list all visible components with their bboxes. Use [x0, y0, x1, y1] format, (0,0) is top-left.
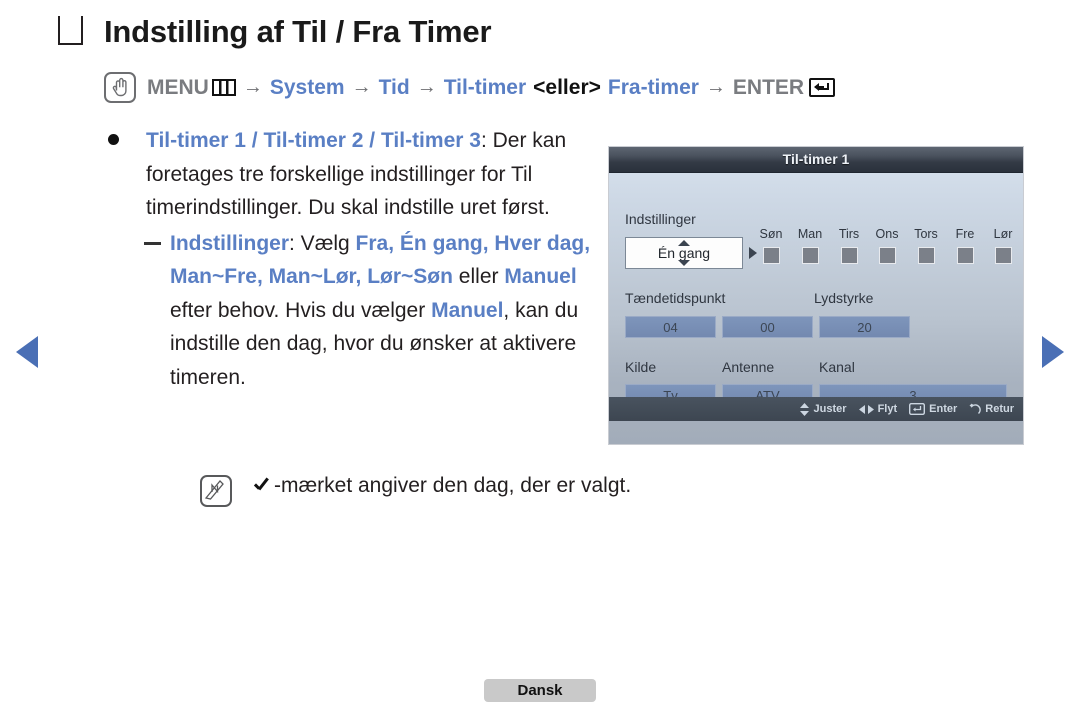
menu-grid-icon	[211, 79, 236, 96]
status-adjust[interactable]: Juster	[799, 402, 847, 416]
osd-status-bar: Juster Flyt Enter Retur	[609, 397, 1023, 421]
status-enter[interactable]: Enter	[909, 403, 957, 415]
page-root: Indstilling af Til / Fra Timer MENU → Sy…	[0, 0, 1080, 705]
day-checkbox[interactable]	[840, 247, 858, 264]
note-pen-icon	[200, 475, 232, 507]
osd-volume-field[interactable]: 20	[819, 316, 910, 338]
sub-text-1: : Vælg	[289, 231, 356, 255]
enter-key-icon	[809, 78, 836, 97]
osd-panel: Til-timer 1 Indstillinger Én gang Søn Ma…	[609, 147, 1023, 444]
status-move[interactable]: Flyt	[858, 403, 898, 415]
day-checkbox[interactable]	[917, 247, 935, 264]
sub-text-2: eller	[452, 265, 505, 288]
menu-path-breadcrumb: MENU → System → Tid → Til-timer <eller> …	[104, 72, 836, 103]
left-right-arrow-icon	[858, 404, 874, 414]
osd-ontime-minute-field[interactable]: 00	[722, 316, 813, 338]
note-text: -mærket angiver den dag, der er valgt.	[253, 472, 631, 500]
sub-text-3: efter behov. Hvis du vælger	[170, 298, 432, 322]
up-down-arrow-icon	[799, 402, 809, 416]
square-bullet-icon	[57, 16, 83, 45]
osd-body: Indstillinger Én gang Søn Man Tirs Ons T…	[609, 173, 1023, 421]
path-item-tid: Tid	[378, 75, 410, 99]
note-sentence: -mærket angiver den dag, der er valgt.	[274, 474, 632, 497]
enter-label: ENTER	[732, 75, 805, 99]
path-item-til-timer: Til-timer	[443, 75, 527, 99]
osd-settings-label: Indstillinger	[625, 211, 696, 227]
osd-ontime-label: Tændetidspunkt	[625, 290, 726, 306]
day-label: Ons	[875, 227, 899, 241]
osd-day-man[interactable]: Man	[790, 227, 830, 264]
day-label: Tirs	[838, 227, 860, 241]
day-label: Man	[797, 227, 823, 241]
path-arrow-1: →	[242, 76, 263, 98]
chevron-down-icon[interactable]	[678, 260, 690, 266]
osd-source-label: Kilde	[625, 359, 657, 375]
menu-label: MENU	[147, 75, 209, 99]
status-return[interactable]: Retur	[969, 403, 1014, 415]
chevron-up-icon[interactable]	[678, 240, 690, 246]
path-arrow-4: →	[705, 76, 726, 98]
timer-names-label: Til-timer 1 / Til-timer 2 / Til-timer 3	[146, 129, 481, 152]
hand-press-icon	[104, 72, 136, 103]
osd-day-son[interactable]: Søn	[751, 227, 791, 264]
path-arrow-2: →	[351, 76, 372, 98]
osd-ontime-hour-field[interactable]: 04	[625, 316, 716, 338]
main-bullet-block: Til-timer 1 / Til-timer 2 / Til-timer 3:…	[108, 124, 600, 394]
day-label: Lør	[993, 227, 1013, 241]
settings-options-2: Manuel	[504, 265, 577, 288]
osd-title: Til-timer 1	[609, 147, 1023, 173]
day-checkbox[interactable]	[801, 247, 819, 264]
day-label: Fre	[955, 227, 975, 241]
path-item-fra-timer: Fra-timer	[607, 75, 699, 99]
day-checkbox[interactable]	[878, 247, 896, 264]
page-heading: Indstilling af Til / Fra Timer	[57, 14, 492, 50]
path-eller-label: <eller>	[533, 75, 601, 99]
osd-day-fre[interactable]: Fre	[945, 227, 985, 264]
sub-bullet-paragraph: Indstillinger: Vælg Fra, Én gang, Hver d…	[170, 227, 600, 395]
path-arrow-3: →	[416, 76, 437, 98]
osd-day-lor[interactable]: Lør	[983, 227, 1023, 264]
round-bullet-icon	[108, 134, 119, 145]
next-page-arrow-icon[interactable]	[1042, 336, 1064, 368]
path-item-system: System	[269, 75, 345, 99]
bullet-paragraph: Til-timer 1 / Til-timer 2 / Til-timer 3:…	[144, 124, 600, 395]
dash-bullet-icon	[144, 241, 161, 245]
status-return-label: Retur	[985, 403, 1014, 415]
sub-bullet-block: Indstillinger: Vælg Fra, Én gang, Hver d…	[144, 227, 600, 395]
day-label: Søn	[759, 227, 783, 241]
osd-day-ons[interactable]: Ons	[867, 227, 907, 264]
enter-key-icon	[909, 403, 926, 415]
osd-settings-value: Én gang	[657, 245, 711, 261]
status-adjust-label: Juster	[813, 403, 847, 415]
osd-day-tors[interactable]: Tors	[906, 227, 946, 264]
return-arrow-icon	[969, 403, 982, 415]
checkmark-icon	[253, 476, 272, 495]
page-title: Indstilling af Til / Fra Timer	[104, 14, 492, 49]
day-label: Tors	[914, 227, 938, 241]
settings-options-3: Manuel	[431, 298, 504, 322]
status-enter-label: Enter	[929, 403, 958, 415]
osd-settings-select[interactable]: Én gang	[625, 237, 743, 269]
day-checkbox[interactable]	[956, 247, 974, 264]
osd-channel-label: Kanal	[819, 359, 855, 375]
status-move-label: Flyt	[877, 403, 898, 415]
osd-day-tirs[interactable]: Tirs	[829, 227, 869, 264]
day-checkbox[interactable]	[762, 247, 780, 264]
previous-page-arrow-icon[interactable]	[16, 336, 38, 368]
settings-term-label: Indstillinger	[170, 231, 290, 255]
day-checkbox[interactable]	[994, 247, 1012, 264]
osd-antenna-label: Antenne	[722, 359, 775, 375]
language-badge: Dansk	[484, 679, 596, 702]
note-block: -mærket angiver den dag, der er valgt.	[200, 472, 631, 507]
osd-volume-label: Lydstyrke	[814, 290, 874, 306]
